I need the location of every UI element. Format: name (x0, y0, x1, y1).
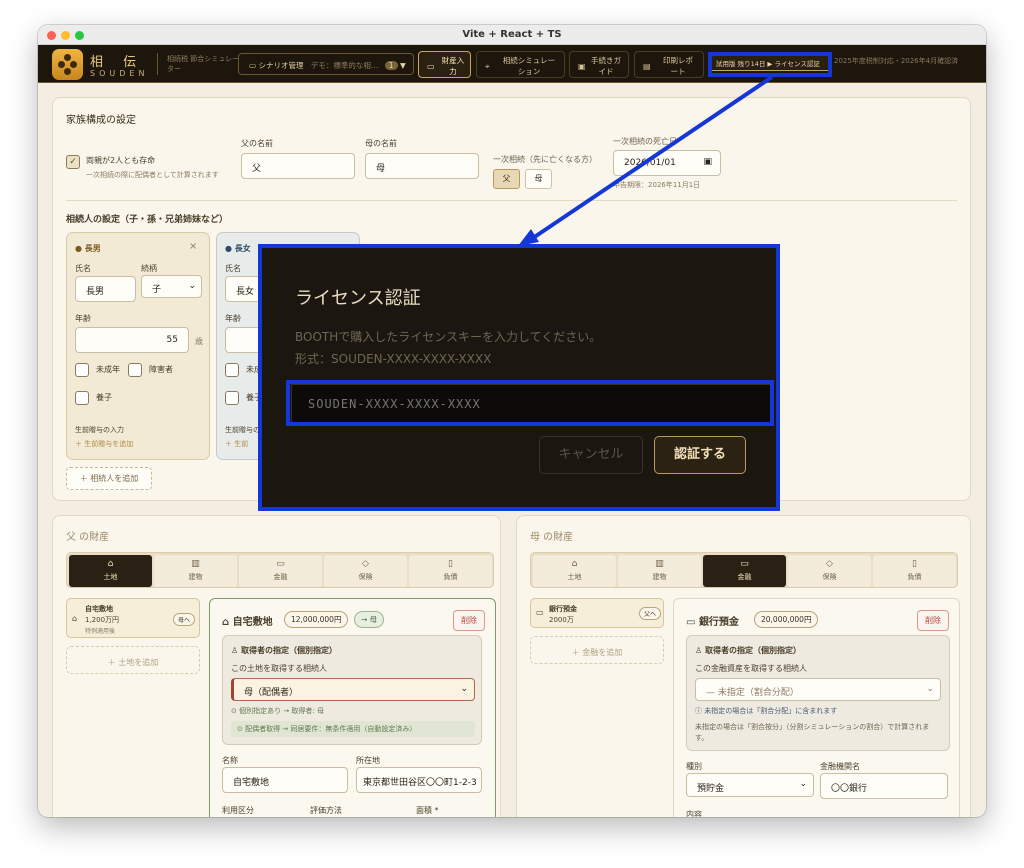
arrow-annotation (518, 75, 774, 246)
